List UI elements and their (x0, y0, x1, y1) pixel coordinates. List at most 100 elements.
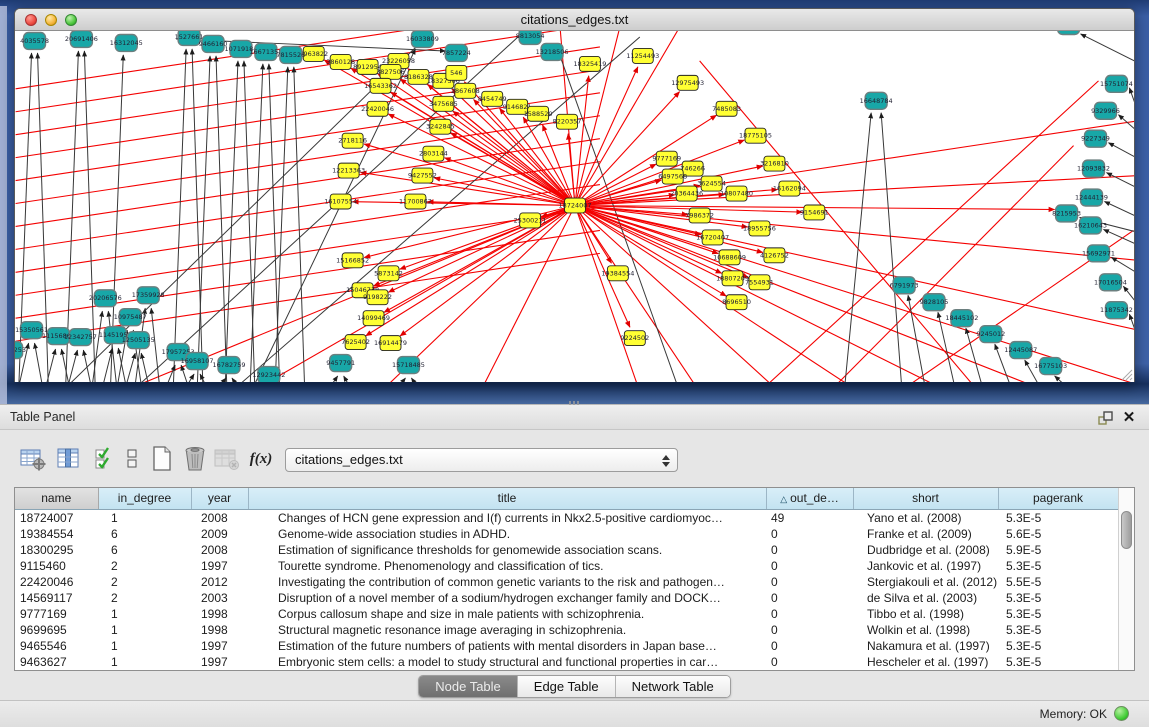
graph-node[interactable]: 11700862 (399, 194, 432, 209)
table-row[interactable]: 2242004622012Investigating the contribut… (15, 574, 1118, 590)
graph-node[interactable]: 9227349 (1081, 130, 1110, 147)
close-window-button[interactable] (25, 14, 37, 26)
table-scrollbar[interactable] (1118, 488, 1134, 670)
graph-node[interactable]: 17359928 (132, 287, 165, 304)
graph-node[interactable]: 9357253 (15, 342, 26, 359)
function-builder-icon[interactable]: f(x) (246, 444, 276, 474)
close-panel-icon[interactable]: ✕ (1121, 410, 1137, 426)
graph-node[interactable]: 9427552 (408, 168, 437, 183)
graph-node[interactable]: 12093832 (1077, 160, 1110, 177)
graph-node[interactable]: 4126752 (760, 248, 789, 263)
table-row[interactable]: 1830029562008Estimation of significance … (15, 542, 1118, 558)
graph-node[interactable]: 12975493 (671, 75, 704, 90)
graph-node[interactable]: 17016504 (1094, 274, 1127, 291)
graph-node[interactable]: 10975487 (114, 309, 147, 326)
table-row[interactable]: 946554611997Estimation of the future num… (15, 638, 1118, 654)
graph-node[interactable]: 16033809 (406, 31, 439, 47)
graph-node[interactable]: 18325419 (573, 56, 606, 71)
graph-node[interactable]: 3827506 (376, 64, 405, 79)
graph-node[interactable]: 12213363 (332, 163, 365, 178)
graph-node[interactable]: 18955756 (743, 221, 776, 236)
graph-node[interactable]: 7625402 (341, 335, 370, 350)
graph-node[interactable]: 9329966 (1091, 102, 1120, 119)
graph-node[interactable]: 2867608 (451, 83, 480, 98)
minimize-window-button[interactable] (45, 14, 57, 26)
graph-node[interactable]: 15718485 (392, 357, 425, 374)
graph-node[interactable]: 3242845 (426, 119, 455, 134)
graph-node[interactable]: 15751074 (1100, 75, 1133, 92)
network-window-titlebar[interactable]: citations_edges.txt (15, 9, 1134, 31)
graph-node[interactable]: 16648784 (860, 92, 893, 109)
table-settings-icon[interactable] (18, 444, 48, 474)
graph-node[interactable]: 4035578 (20, 32, 49, 49)
network-canvas[interactable]: 7963822386012889129542322605838275068186… (15, 31, 1134, 382)
row-height-icon[interactable] (118, 444, 148, 474)
delete-rows-icon[interactable] (180, 444, 210, 474)
graph-node[interactable]: 18445102 (945, 310, 978, 327)
graph-node[interactable]: 7986372 (685, 208, 714, 223)
graph-node[interactable]: 16312045 (110, 34, 143, 51)
network-graph[interactable]: 7963822386012889129542322605838275068186… (15, 31, 1134, 382)
graph-node[interactable]: 16775103 (1034, 358, 1067, 375)
graph-node[interactable]: 20206576 (89, 290, 122, 307)
window-resize-grip-icon[interactable] (1119, 367, 1133, 381)
graph-node[interactable]: 13218506 (536, 43, 569, 60)
tab-network-table[interactable]: Network Table (615, 676, 730, 697)
new-table-icon[interactable] (147, 444, 177, 474)
graph-node[interactable]: 20691406 (65, 31, 98, 47)
graph-node[interactable]: 9198222 (363, 290, 392, 305)
graph-node[interactable]: 9224502 (620, 331, 649, 346)
graph-node[interactable]: 7857224 (442, 44, 471, 61)
graph-node[interactable]: 8215953 (1052, 205, 1081, 222)
graph-node[interactable]: 10807480 (720, 186, 753, 201)
column-header-name[interactable]: name (15, 488, 98, 509)
graph-node[interactable]: 2803144 (419, 146, 448, 161)
graph-node[interactable]: 6497568 (658, 169, 687, 184)
column-header-out_de[interactable]: △out_de… (766, 488, 853, 509)
select-columns-icon[interactable] (90, 444, 120, 474)
column-header-in_degree[interactable]: in_degree (98, 488, 191, 509)
graph-node[interactable]: 546 (446, 65, 467, 80)
table-scrollbar-thumb[interactable] (1121, 511, 1132, 549)
column-header-year[interactable]: year (191, 488, 248, 509)
table-row[interactable]: 977716911998Corpus callosum shape and si… (15, 606, 1118, 622)
graph-node[interactable]: 19384554 (601, 266, 634, 281)
graph-node[interactable]: 16107554 (324, 194, 357, 209)
graph-node[interactable]: 6791973 (890, 277, 919, 294)
graph-node[interactable]: 9245012 (976, 326, 1005, 343)
graph-node[interactable]: 8813054 (516, 31, 545, 44)
float-panel-icon[interactable] (1097, 410, 1113, 426)
table-row[interactable]: 1938455462009Genome-wide association stu… (15, 526, 1118, 542)
graph-node[interactable]: 3475685 (429, 96, 458, 111)
graph-node[interactable]: 9154691 (800, 205, 829, 220)
tab-edge-table[interactable]: Edge Table (517, 676, 615, 697)
graph-node[interactable]: 7485083 (712, 101, 741, 116)
column-header-pagerank[interactable]: pagerank (998, 488, 1118, 509)
table-row[interactable]: 946362711997Embryonic stem cells: a mode… (15, 654, 1118, 670)
graph-node[interactable]: 9777169 (652, 151, 681, 166)
table-row[interactable]: 1872400712008Changes of HCN gene express… (15, 509, 1118, 526)
graph-node[interactable]: 7554931 (745, 275, 774, 290)
graph-node[interactable]: 9466160 (199, 35, 228, 52)
graph-node[interactable]: 15692971 (1082, 245, 1115, 262)
graph-node[interactable]: 8696510 (722, 295, 751, 310)
graph-node[interactable]: 12444139 (1075, 189, 1108, 206)
graph-node[interactable]: 8220357 (553, 114, 582, 129)
graph-node[interactable]: 1588520 (524, 106, 553, 121)
graph-node[interactable]: 16543362 (364, 78, 397, 93)
graph-node[interactable]: 7815526 (276, 46, 305, 63)
graph-node[interactable]: 16170035 (1052, 31, 1085, 34)
graph-node[interactable]: 16914479 (374, 336, 407, 351)
toggle-columns-icon[interactable] (54, 444, 84, 474)
graph-node[interactable]: 11875342 (1100, 302, 1133, 319)
graph-node[interactable]: 9457791 (326, 355, 355, 372)
graph-node[interactable]: 3216810 (760, 156, 789, 171)
graph-node[interactable]: 3860128 (326, 54, 355, 69)
maximize-window-button[interactable] (65, 14, 77, 26)
graph-node[interactable]: 11254493 (626, 48, 659, 63)
column-header-title[interactable]: title (248, 488, 766, 509)
table-row[interactable]: 969969511998Structural magnetic resonanc… (15, 622, 1118, 638)
graph-node[interactable]: 10688609 (713, 250, 746, 265)
graph-node[interactable]: 5873142 (374, 266, 403, 281)
column-header-short[interactable]: short (853, 488, 998, 509)
